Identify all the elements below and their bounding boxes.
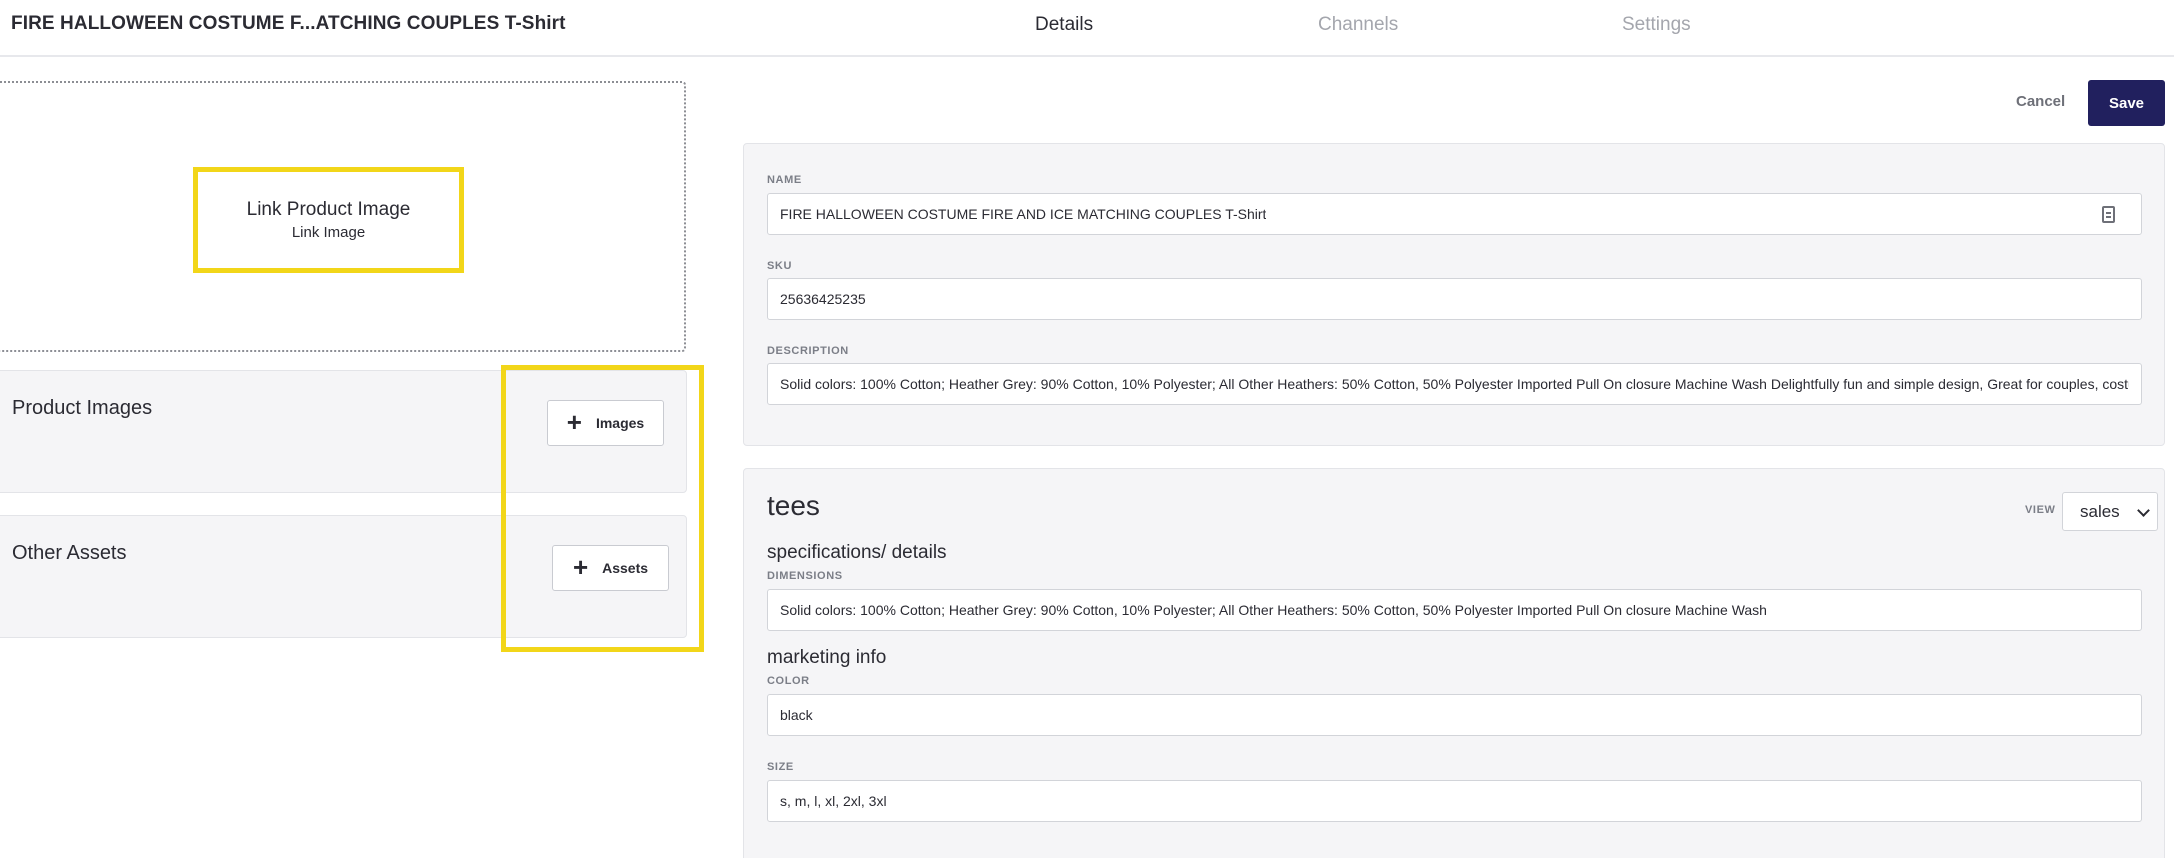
highlight-frame [501,365,704,652]
cancel-button[interactable]: Cancel [2016,93,2065,110]
tees-panel: tees VIEW sales specifications/ details … [743,468,2165,858]
size-label: SIZE [767,761,794,773]
size-value: s, m, l, xl, 2xl, 3xl [780,793,887,809]
description-field[interactable]: Solid colors: 100% Cotton; Heather Grey:… [767,363,2142,405]
dimensions-value: Solid colors: 100% Cotton; Heather Grey:… [780,602,1767,618]
sku-field[interactable]: 25636425235 [767,278,2142,320]
dimensions-label: DIMENSIONS [767,570,843,582]
name-value: FIRE HALLOWEEN COSTUME FIRE AND ICE MATC… [780,206,1267,222]
specifications-title: specifications/ details [767,542,947,563]
link-product-image-box[interactable]: Link Product Image Link Image [193,167,464,273]
product-details-panel: NAME FIRE HALLOWEEN COSTUME FIRE AND ICE… [743,143,2165,446]
color-value: black [780,707,813,723]
clipboard-icon[interactable] [2102,206,2115,223]
description-value: Solid colors: 100% Cotton; Heather Grey:… [780,376,2129,392]
view-select[interactable]: sales [2062,492,2158,531]
link-product-image-title: Link Product Image [246,199,411,220]
color-field[interactable]: black [767,694,2142,736]
tab-channels[interactable]: Channels [1318,14,1398,36]
tab-settings[interactable]: Settings [1622,14,1691,36]
sku-value: 25636425235 [780,291,866,307]
product-title: FIRE HALLOWEEN COSTUME F...ATCHING COUPL… [11,13,566,34]
view-select-value: sales [2080,501,2120,521]
tab-details[interactable]: Details [1035,14,1093,36]
color-label: COLOR [767,675,810,687]
size-field[interactable]: s, m, l, xl, 2xl, 3xl [767,780,2142,822]
other-assets-title: Other Assets [12,542,127,564]
link-image-link[interactable]: Link Image [292,224,365,241]
save-button[interactable]: Save [2088,80,2165,126]
product-images-title: Product Images [12,397,153,419]
marketing-info-title: marketing info [767,647,887,668]
sku-label: SKU [767,260,793,272]
description-label: DESCRIPTION [767,345,849,357]
chevron-down-icon [2137,504,2150,517]
dimensions-field[interactable]: Solid colors: 100% Cotton; Heather Grey:… [767,589,2142,631]
tees-title: tees [767,490,820,521]
name-field[interactable]: FIRE HALLOWEEN COSTUME FIRE AND ICE MATC… [767,193,2142,235]
view-label: VIEW [2025,504,2056,516]
page-header: FIRE HALLOWEEN COSTUME F...ATCHING COUPL… [0,0,2174,57]
name-label: NAME [767,174,802,186]
